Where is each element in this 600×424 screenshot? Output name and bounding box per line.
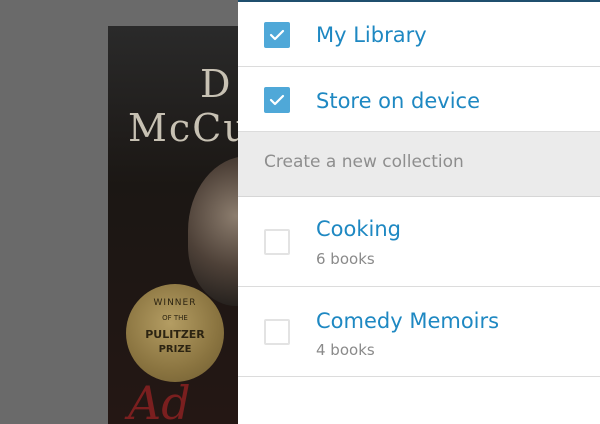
- cover-author: D McCu: [108, 62, 248, 150]
- checkmark-icon: [269, 29, 285, 41]
- seal-mid-text: OF THE: [162, 314, 188, 322]
- cooking-count: 6 books: [316, 250, 375, 268]
- pulitzer-seal: WINNER OF THE PULITZER PRIZE: [126, 284, 224, 382]
- cooking-checkbox[interactable]: [264, 229, 290, 255]
- comedy-memoirs-count: 4 books: [316, 341, 375, 359]
- collection-option-store-on-device[interactable]: Store on device: [238, 67, 600, 132]
- create-collection-label: Create a new collection: [264, 152, 464, 172]
- comedy-memoirs-label: Comedy Memoirs: [316, 309, 500, 333]
- collections-panel: My Library Store on device Create a new …: [238, 0, 600, 424]
- collection-item-comedy-memoirs[interactable]: Comedy Memoirs 4 books: [238, 287, 600, 377]
- store-on-device-label: Store on device: [316, 89, 480, 113]
- book-cover: D McCu WINNER OF THE PULITZER PRIZE Ad: [108, 26, 248, 424]
- cover-author-line1: D: [200, 62, 233, 106]
- my-library-checkbox[interactable]: [264, 22, 290, 48]
- seal-bottom-text: PRIZE: [158, 344, 192, 355]
- create-collection-button[interactable]: Create a new collection: [238, 132, 600, 197]
- store-on-device-checkbox[interactable]: [264, 87, 290, 113]
- cooking-label: Cooking: [316, 217, 401, 241]
- collection-option-my-library[interactable]: My Library: [238, 2, 600, 67]
- collection-item-cooking[interactable]: Cooking 6 books: [238, 197, 600, 287]
- comedy-memoirs-checkbox[interactable]: [264, 319, 290, 345]
- my-library-label: My Library: [316, 23, 427, 47]
- seal-top-text: WINNER: [153, 298, 197, 308]
- cover-title-script: Ad: [128, 376, 191, 424]
- checkmark-icon: [269, 94, 285, 106]
- seal-big-text: PULITZER: [145, 328, 205, 341]
- cover-author-line2: McCu: [128, 106, 248, 150]
